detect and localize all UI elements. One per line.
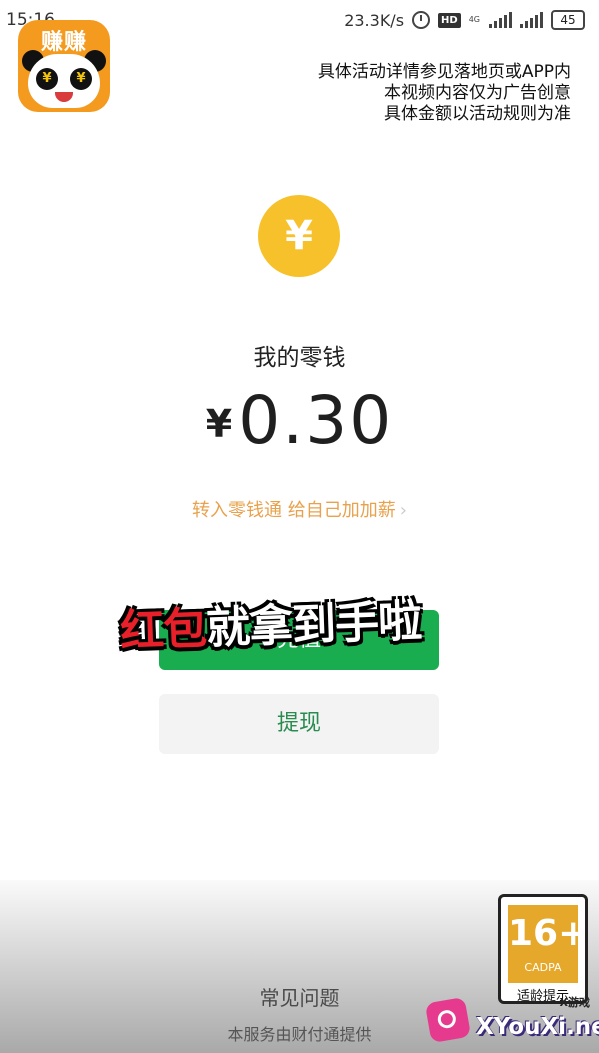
gamepad-logo-icon xyxy=(424,996,472,1044)
age-rating-org: CADPA xyxy=(524,961,562,974)
network-speed: 23.3K/s xyxy=(344,10,405,30)
ad-disclaimer: 具体活动详情参见落地页或APP内 本视频内容仅为广告创意 具体金额以活动规则为准 xyxy=(318,62,571,125)
page-title: 我的零钱 xyxy=(253,345,346,371)
panda-eye-left: ¥ xyxy=(36,68,58,90)
video-caption-overlay: 红包就拿到手啦 xyxy=(119,585,422,659)
withdraw-button[interactable]: 提现 xyxy=(159,694,439,754)
chevron-right-icon: › xyxy=(399,500,407,521)
caption-red-part: 红包 xyxy=(119,603,208,658)
alarm-icon xyxy=(412,11,431,29)
panda-eye-right: ¥ xyxy=(70,68,92,90)
watermark-small-text: X游戏 xyxy=(559,996,590,1009)
disclaimer-line-2: 本视频内容仅为广告创意 xyxy=(384,83,571,103)
age-rating-badge: 16+ CADPA 适龄提示 xyxy=(498,894,588,1004)
yuan-coin-icon: ¥ xyxy=(258,195,340,277)
disclaimer-line-1: 具体活动详情参见落地页或APP内 xyxy=(317,62,571,82)
age-rating-panel: 16+ CADPA xyxy=(508,905,589,983)
hd-icon: HD xyxy=(438,12,461,28)
promo-link[interactable]: 转入零钱通 给自己加加薪 › xyxy=(0,496,599,522)
caption-white-part: 就拿到手啦 xyxy=(205,595,422,655)
network-type: 4G xyxy=(468,15,480,24)
app-logo: 赚赚 ¥ ¥ xyxy=(18,20,110,112)
promo-text: 转入零钱通 给自己加加薪 xyxy=(192,500,396,521)
signal-icon-2 xyxy=(520,12,543,28)
currency-symbol: ¥ xyxy=(205,402,233,446)
balance-amount: ¥0.30 xyxy=(0,382,599,459)
signal-icon xyxy=(489,12,512,28)
panda-face-icon: ¥ ¥ xyxy=(28,54,100,108)
panda-mouth xyxy=(55,92,73,102)
watermark-text: XYouXi.net xyxy=(476,1014,599,1040)
disclaimer-line-3: 具体金额以活动规则为准 xyxy=(384,104,571,124)
battery-icon: 45 xyxy=(551,10,585,30)
age-rating-number: 16+ xyxy=(508,913,589,954)
status-icons: 23.3K/s HD 4G 45 xyxy=(344,10,585,30)
site-watermark: X游戏 XYouXi.net xyxy=(424,992,599,1050)
balance-value: 0.30 xyxy=(238,382,394,459)
